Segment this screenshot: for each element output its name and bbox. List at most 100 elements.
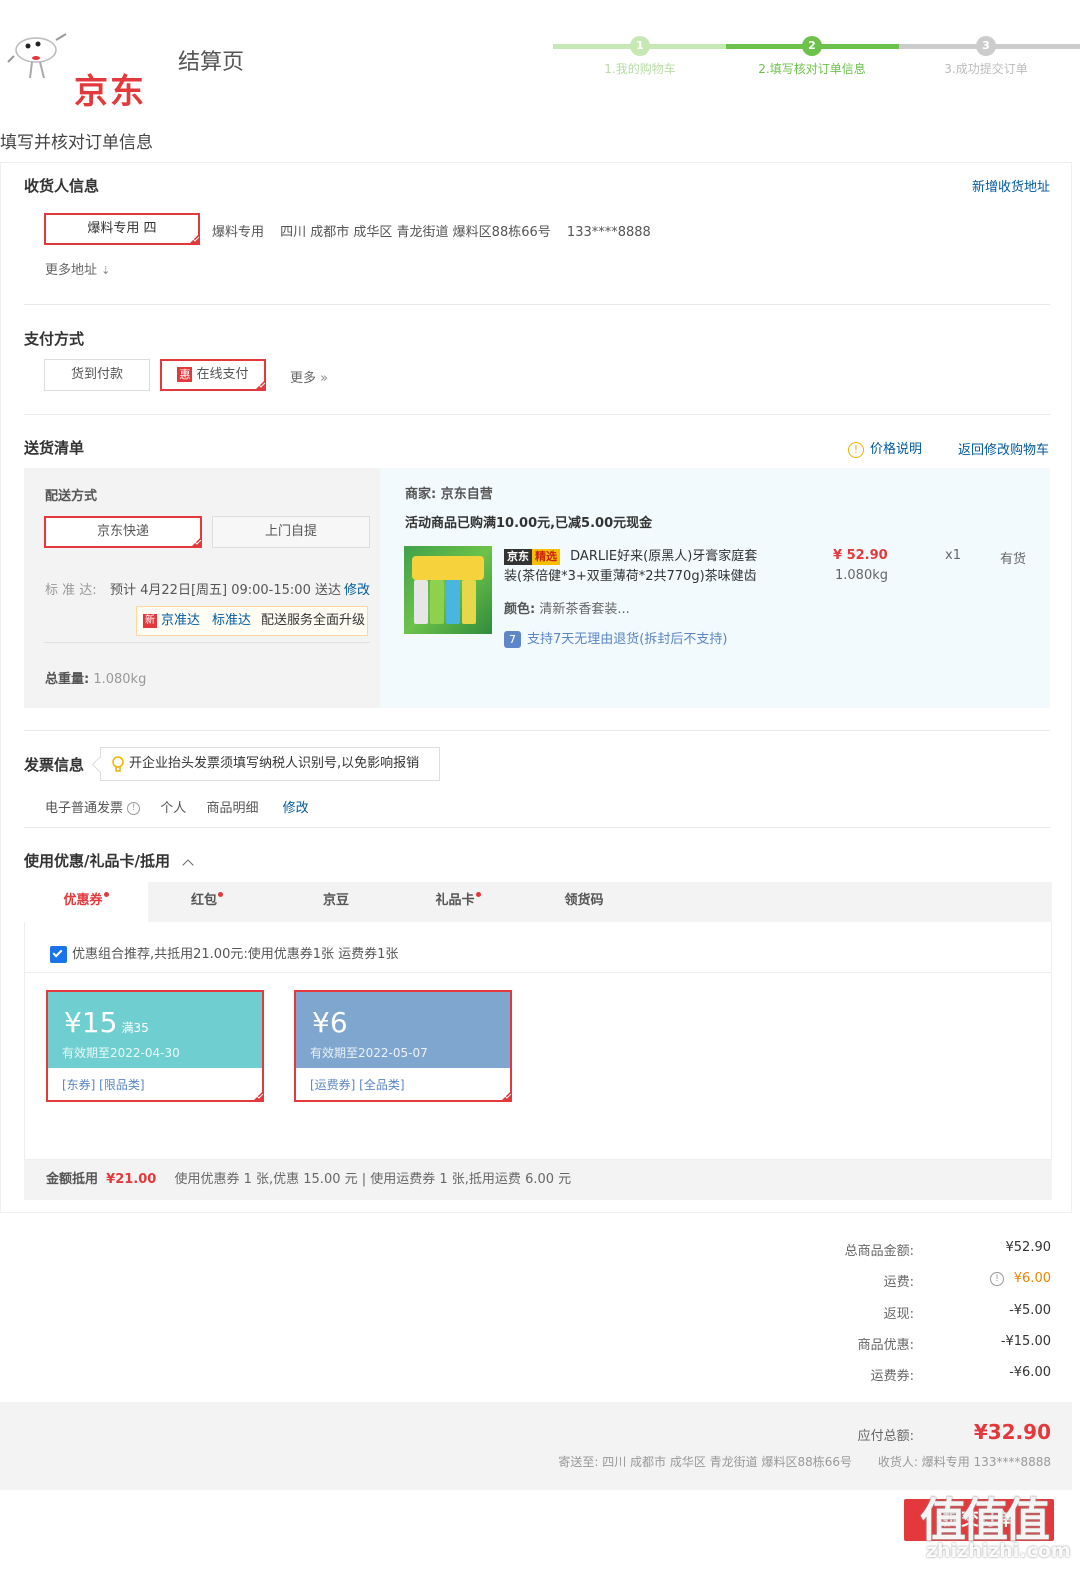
info-circle-icon[interactable]: ! (990, 1272, 1004, 1286)
recommend-text: 优惠组合推荐,共抵用21.00元:使用优惠券1张 运费券1张 (72, 947, 399, 962)
jzd-link[interactable]: 京准达 (161, 613, 200, 628)
check-corner-icon (188, 233, 200, 245)
jd-express-label: 京东快递 (96, 524, 149, 539)
product-qty: x1 (945, 548, 961, 563)
checkout-progress: 1 2 3 1.我的购物车 2.填写核对订单信息 3.成功提交订单 (553, 36, 1080, 86)
tab-gift-card[interactable]: 礼品卡 (396, 882, 520, 922)
product-name-line2: 装(茶倍健*3+双重薄荷*2共770g)茶味健齿 (504, 569, 757, 584)
total-row-shipping: 运费: ! ¥6.00 (0, 1271, 1072, 1291)
step-dot-2: 2 (802, 36, 822, 56)
coupon-expiry: 有效期至2022-05-07 (310, 1046, 428, 1060)
payable-bar: 应付总额: ¥32.90 寄送至: 四川 成都市 成华区 青龙街道 爆料区88栋… (0, 1402, 1072, 1490)
price-note-label: 价格说明 (870, 442, 923, 457)
color-value: 清新茶香套装... (539, 602, 630, 617)
coupon-card[interactable]: ¥15 满35 有效期至2022-04-30 [东券] [限品类] (46, 990, 264, 1102)
product-price: ¥ 52.90 (833, 548, 888, 563)
chevron-double-down-icon: ⇣ (101, 264, 111, 277)
tab-red-packet[interactable]: 红包 (148, 882, 266, 922)
receiver-value: 爆料专用 133****8888 (921, 1455, 1051, 1469)
row-label: 商品优惠: (857, 1338, 914, 1353)
divider (24, 827, 1050, 828)
invoice-modify-link[interactable]: 修改 (283, 801, 309, 816)
ship-to-line: 寄送至: 四川 成都市 成华区 青龙街道 爆料区88栋66号 收货人: 爆料专用… (558, 1453, 1051, 1470)
invoice-tip: 开企业抬头发票须填写纳税人识别号,以免影响报销 (100, 747, 440, 781)
ship-to-address: 四川 成都市 成华区 青龙街道 爆料区88栋66号 (602, 1455, 853, 1469)
invoice-type: 电子普通发票 (45, 801, 124, 816)
logo-text: 京东 (74, 72, 146, 112)
color-label: 颜色: (504, 602, 536, 617)
divider (44, 642, 370, 643)
add-address-link[interactable]: 新增收货地址 (972, 176, 1050, 195)
seller-line: 商家: 京东自营 (405, 483, 493, 502)
tab-jd-beans[interactable]: 京豆 (274, 882, 398, 922)
step-label-2: 2.填写核对订单信息 (758, 62, 866, 76)
promo-line: 活动商品已购满10.00元,已减5.00元现金 (405, 516, 653, 531)
back-to-cart-link[interactable]: 返回修改购物车 (958, 439, 1049, 458)
self-pickup-option[interactable]: 上门自提 (212, 516, 370, 548)
row-label: 返现: (883, 1307, 914, 1322)
coupon-value: ¥6 (312, 1006, 348, 1039)
more-payment-link[interactable]: 更多 » (290, 367, 328, 386)
tab-pickup-code[interactable]: 领货码 (522, 882, 646, 922)
divider (24, 730, 1050, 731)
more-address-toggle[interactable]: 更多地址 ⇣ (45, 259, 110, 278)
row-label: 运费券: (870, 1369, 914, 1384)
coupon-condition: 满35 (121, 1021, 149, 1035)
total-row-goods: 总商品金额: ¥52.90 (0, 1240, 1072, 1260)
coupon-summary: 金额抵用 ¥21.00 使用优惠券 1 张,优惠 15.00 元 | 使用运费券… (24, 1160, 1052, 1200)
tip-text: 配送服务全面升级 (261, 613, 366, 628)
invoice-head: 个人 (160, 801, 187, 816)
product-name-line1: DARLIE好来(原黑人)牙膏家庭套 (570, 549, 758, 564)
coupons-title: 使用优惠/礼品卡/抵用 (24, 852, 170, 870)
delivery-method-label: 配送方式 (45, 489, 98, 504)
divider (24, 414, 1050, 415)
coupons-toggle[interactable]: 使用优惠/礼品卡/抵用 (24, 850, 194, 871)
product-title[interactable]: 京东 精选 DARLIE好来(原黑人)牙膏家庭套 装(茶倍健*3+双重薄荷*2共7… (504, 547, 804, 587)
step-dot-1: 1 (630, 36, 650, 56)
modify-delivery-link[interactable]: 修改 (344, 579, 370, 598)
return-text[interactable]: 支持7天无理由退货(拆封后不支持) (527, 632, 727, 647)
total-row-cashback: 返现: -¥5.00 (0, 1303, 1072, 1323)
price-note-link[interactable]: ! 价格说明 (848, 438, 922, 458)
row-label: 运费: (883, 1275, 914, 1290)
coupon-card[interactable]: ¥6 有效期至2022-05-07 [运费券] [全品类] (294, 990, 512, 1102)
payable-amount: ¥32.90 (973, 1420, 1051, 1444)
coupon-tabs: 优惠券 红包 京豆 礼品卡 领货码 (24, 882, 1052, 922)
divider (0, 1212, 1072, 1213)
payment-title: 支付方式 (24, 330, 85, 348)
row-value: -¥15.00 (1000, 1334, 1051, 1349)
invoice-tip-text: 开企业抬头发票须填写纳税人识别号,以免影响报销 (129, 756, 420, 771)
info-circle-icon[interactable]: ! (127, 802, 141, 815)
jd-express-option[interactable]: 京东快递 (44, 516, 202, 548)
recommend-checkbox[interactable] (50, 946, 67, 963)
coupon-amount: ¥6 (312, 1006, 352, 1039)
pay-cod-option[interactable]: 货到付款 (44, 359, 150, 391)
check-corner-icon (500, 1090, 512, 1102)
product-image[interactable] (404, 546, 492, 634)
invoice-content: 商品明细 (206, 801, 259, 816)
product-weight: 1.080kg (835, 568, 888, 583)
summary-label: 金额抵用 (46, 1172, 99, 1187)
page-header: 京东 结算页 1 2 3 1.我的购物车 2.填写核对订单信息 3.成功提交订单 (0, 0, 1080, 112)
tab-label: 领货码 (564, 893, 604, 908)
payable-label: 应付总额: (857, 1429, 914, 1444)
tab-coupons[interactable]: 优惠券 (24, 882, 148, 922)
red-dot (475, 892, 481, 897)
divider (24, 304, 1050, 305)
tab-label: 优惠券 (63, 893, 103, 908)
select-tag: 精选 (532, 548, 560, 565)
discount-badge: 惠 (177, 367, 193, 382)
seller-name: 京东自营 (440, 487, 493, 502)
receiver-label: 收货人: (877, 1455, 918, 1469)
coupon-value: ¥15 (64, 1006, 118, 1039)
bzd-link[interactable]: 标准达 (212, 613, 251, 628)
receiver-name: 爆料专用 (212, 225, 265, 240)
row-value: -¥6.00 (1009, 1365, 1051, 1380)
more-payment-label: 更多 (290, 371, 317, 386)
receiver-address: 四川 成都市 成华区 青龙街道 爆料区88栋66号 (280, 225, 551, 240)
selected-address-box[interactable]: 爆料专用 四 (44, 213, 200, 245)
page-title: 填写并核对订单信息 (0, 133, 153, 153)
jd-logo[interactable]: 京东 (6, 28, 166, 112)
pay-online-option[interactable]: 惠在线支付 (160, 359, 266, 391)
summary-text: 使用优惠券 1 张,优惠 15.00 元 | 使用运费券 1 张,抵用运费 6.… (174, 1172, 572, 1187)
